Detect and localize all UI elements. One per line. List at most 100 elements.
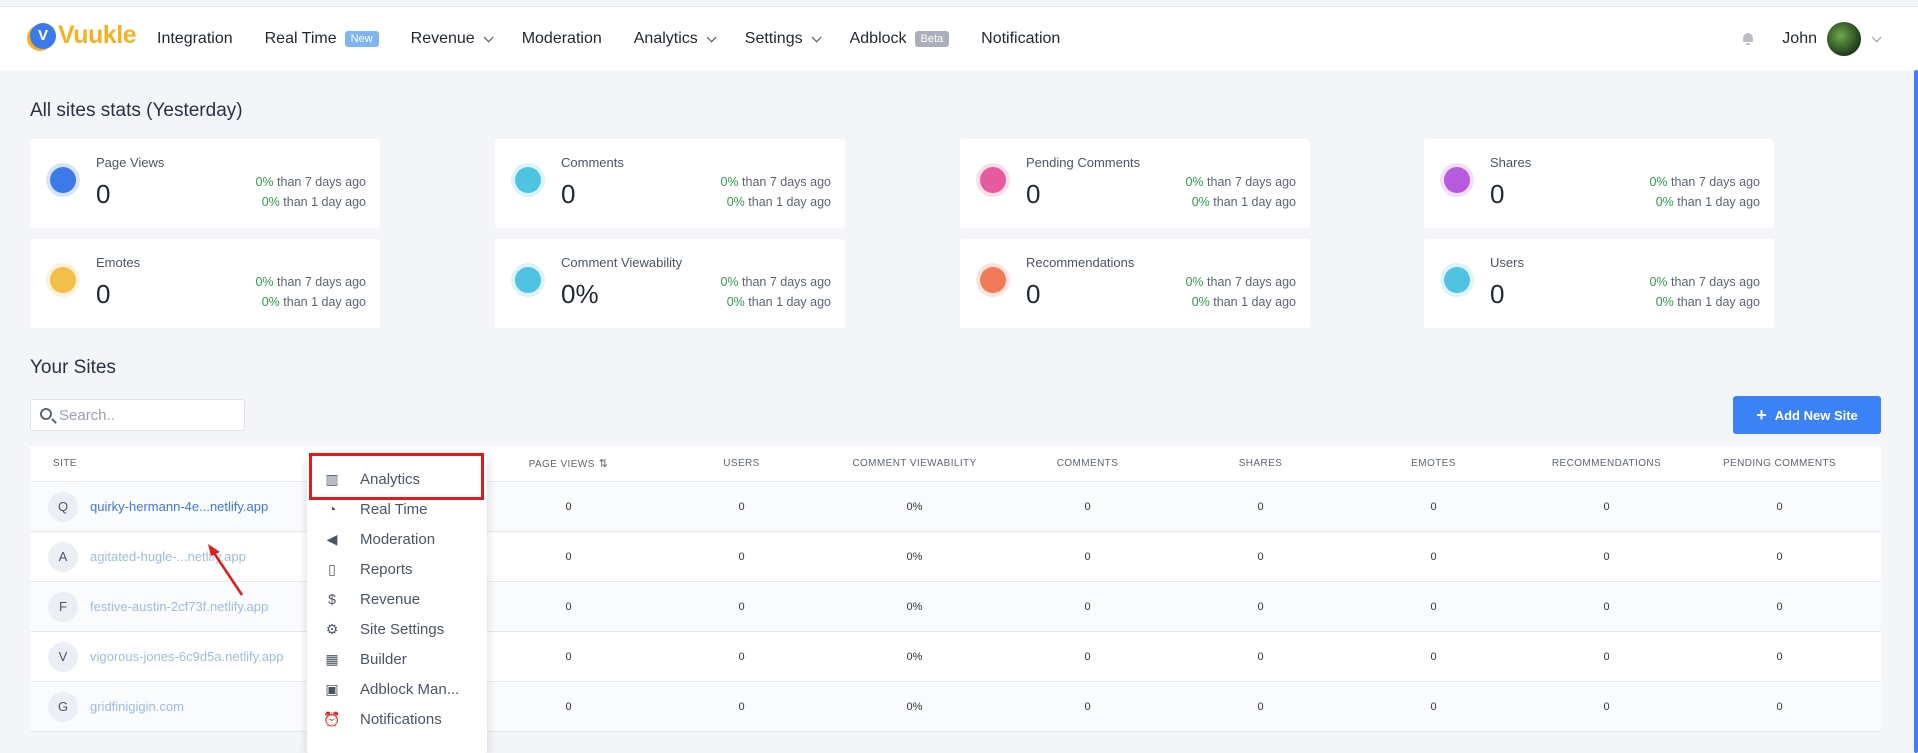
beta-badge: Beta bbox=[914, 31, 950, 47]
menu-item-label: Moderation bbox=[360, 530, 436, 548]
nav-label: Integration bbox=[157, 30, 233, 47]
site-link[interactable]: quirky-hermann-4e...netlify.app bbox=[90, 499, 268, 514]
nav-real-time[interactable]: Real Time New bbox=[265, 30, 379, 48]
txt-7d: than 7 days ago bbox=[742, 175, 831, 189]
stat-compare-1d: 0% than 1 day ago bbox=[1192, 295, 1296, 309]
col-comment-viewability[interactable]: Comment Viewability bbox=[828, 458, 1001, 469]
table-cell: 0 bbox=[1603, 650, 1610, 663]
table-cell: 0 bbox=[1257, 500, 1264, 513]
builder-icon: ▦ bbox=[325, 650, 339, 667]
site-link[interactable]: festive-austin-2cf73f.netlify.app bbox=[90, 599, 268, 614]
menu-item-label: Revenue bbox=[360, 590, 421, 608]
stat-icon-inner bbox=[50, 167, 76, 193]
eye-icon bbox=[46, 163, 80, 197]
main-nav: Integration Real Time New Revenue Moderat… bbox=[157, 7, 1092, 71]
txt-1d: than 1 day ago bbox=[1677, 295, 1760, 309]
chevron-down-icon[interactable] bbox=[1871, 31, 1882, 42]
menu-item-label: Notifications bbox=[360, 710, 442, 728]
site-avatar: G bbox=[48, 691, 78, 722]
col-emotes[interactable]: Emotes bbox=[1347, 458, 1520, 469]
stat-icon-inner bbox=[515, 267, 541, 293]
nav-settings[interactable]: Settings bbox=[745, 30, 822, 48]
table-cell: 0 bbox=[738, 550, 745, 563]
stat-icon-inner bbox=[1444, 167, 1470, 193]
pct-1d: 0% bbox=[261, 295, 280, 309]
col-label: Page Views bbox=[528, 459, 595, 470]
stat-value: 0 bbox=[1026, 179, 1041, 209]
col-pending-comments[interactable]: Pending Comments bbox=[1693, 458, 1866, 469]
bell-icon[interactable] bbox=[1742, 33, 1754, 45]
stat-compare-1d: 0% than 1 day ago bbox=[262, 295, 366, 309]
nav-notification[interactable]: Notification bbox=[981, 30, 1060, 48]
user-avatar[interactable] bbox=[1827, 22, 1861, 56]
user-name[interactable]: John bbox=[1782, 30, 1817, 48]
site-link[interactable]: gridfinigigin.com bbox=[90, 699, 184, 714]
add-new-site-button[interactable]: + Add New Site bbox=[1733, 396, 1881, 434]
nav-analytics[interactable]: Analytics bbox=[633, 30, 717, 48]
txt-1d: than 1 day ago bbox=[1213, 295, 1296, 309]
menu-item-adblock-man[interactable]: ▣ Adblock Man... bbox=[307, 674, 487, 704]
nav-revenue[interactable]: Revenue bbox=[411, 30, 494, 48]
txt-7d: than 7 days ago bbox=[277, 175, 366, 189]
gear-icon: ⚙ bbox=[325, 620, 339, 637]
table-cell: 0% bbox=[906, 700, 923, 713]
stat-compare-1d: 0% than 1 day ago bbox=[1656, 295, 1760, 309]
pct-1d: 0% bbox=[1655, 295, 1674, 309]
col-recommendations[interactable]: Recommendations bbox=[1520, 458, 1693, 469]
txt-1d: than 1 day ago bbox=[748, 195, 831, 209]
stat-icon-inner bbox=[980, 167, 1006, 193]
stat-icon-inner bbox=[50, 267, 76, 293]
scrollbar[interactable] bbox=[1914, 70, 1918, 753]
stat-label: Recommendations bbox=[1026, 255, 1135, 270]
stat-compare-1d: 0% than 1 day ago bbox=[1656, 195, 1760, 209]
menu-item-label: Adblock Man... bbox=[360, 680, 460, 698]
txt-7d: than 7 days ago bbox=[277, 275, 366, 289]
search-box[interactable] bbox=[30, 399, 245, 431]
stat-compare-7d: 0% than 7 days ago bbox=[1649, 275, 1760, 289]
pct-1d: 0% bbox=[1191, 295, 1210, 309]
nav-moderation[interactable]: Moderation bbox=[522, 30, 602, 48]
pct-7d: 0% bbox=[720, 175, 739, 189]
menu-item-revenue[interactable]: $ Revenue bbox=[307, 584, 487, 614]
table-cell: 0 bbox=[565, 500, 572, 513]
nav-label: Analytics bbox=[633, 30, 698, 47]
col-shares[interactable]: Shares bbox=[1174, 458, 1347, 469]
sites-title: Your Sites bbox=[30, 357, 116, 378]
col-comments[interactable]: Comments bbox=[1001, 458, 1174, 469]
nav-label: Moderation bbox=[521, 30, 602, 47]
menu-item-builder[interactable]: ▦ Builder bbox=[307, 644, 487, 674]
vuukle-logo[interactable]: V Vuukle bbox=[30, 21, 137, 50]
table-cell: 0 bbox=[1084, 500, 1091, 513]
site-actions-menu: ▥ Analytics ◔ Real Time ◀ Moderation ▯ Reports $… bbox=[307, 456, 487, 753]
txt-7d: than 7 days ago bbox=[1671, 275, 1760, 289]
txt-1d: than 1 day ago bbox=[283, 195, 366, 209]
stat-value: 0% bbox=[561, 279, 599, 309]
stat-compare-1d: 0% than 1 day ago bbox=[262, 195, 366, 209]
nav-integration[interactable]: Integration bbox=[157, 30, 233, 48]
site-link[interactable]: vigorous-jones-6c9d5a.netlify.app bbox=[90, 649, 283, 664]
pct-7d: 0% bbox=[1185, 275, 1204, 289]
table-cell: 0 bbox=[1084, 600, 1091, 613]
menu-item-site-settings[interactable]: ⚙ Site Settings bbox=[307, 614, 487, 644]
stat-value: 0 bbox=[1026, 279, 1041, 309]
stat-label: Comments bbox=[561, 155, 624, 170]
menu-item-label: Reports bbox=[360, 560, 413, 578]
stat-value: 0 bbox=[561, 179, 576, 209]
logo-text: Vuukle bbox=[58, 21, 137, 49]
ad-icon: ▣ bbox=[325, 680, 339, 697]
pct-1d: 0% bbox=[1191, 195, 1210, 209]
search-input[interactable] bbox=[59, 406, 229, 424]
col-users[interactable]: Users bbox=[655, 458, 828, 469]
txt-7d: than 7 days ago bbox=[1671, 175, 1760, 189]
menu-item-notifications[interactable]: ⏰ Notifications bbox=[307, 704, 487, 734]
comments-icon bbox=[511, 163, 545, 197]
pct-1d: 0% bbox=[1655, 195, 1674, 209]
menu-item-reports[interactable]: ▯ Reports bbox=[307, 554, 487, 584]
table-cell: 0 bbox=[1430, 700, 1437, 713]
menu-item-moderation[interactable]: ◀ Moderation bbox=[307, 524, 487, 554]
table-cell: 0 bbox=[1776, 700, 1783, 713]
col-page-views[interactable]: Page Views ⇅ bbox=[482, 457, 655, 470]
pct-7d: 0% bbox=[1649, 175, 1668, 189]
chevron-down-icon bbox=[811, 31, 822, 42]
nav-adblock[interactable]: Adblock Beta bbox=[850, 30, 950, 48]
